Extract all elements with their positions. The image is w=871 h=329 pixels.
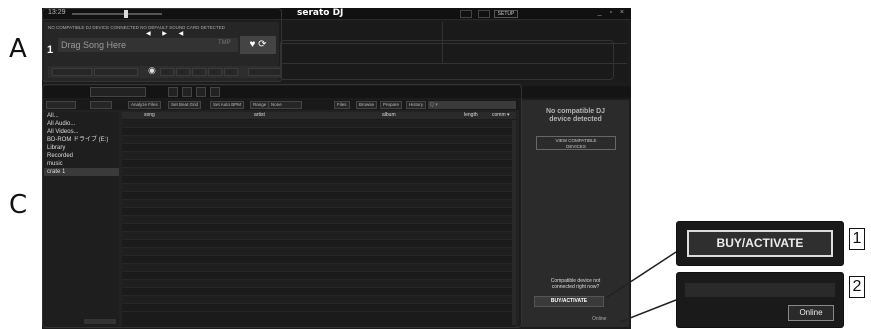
zoom-buy-activate: BUY/ACTIVATE: [676, 221, 844, 266]
zoom-buy-activate-button[interactable]: BUY/ACTIVATE: [687, 230, 833, 257]
callout-2: 2: [849, 276, 865, 298]
zoom-online-button[interactable]: Online: [788, 305, 834, 321]
callout-1: 1: [849, 228, 865, 250]
zoom-online-bar: [685, 283, 835, 297]
zoom-online: Online: [676, 272, 844, 328]
